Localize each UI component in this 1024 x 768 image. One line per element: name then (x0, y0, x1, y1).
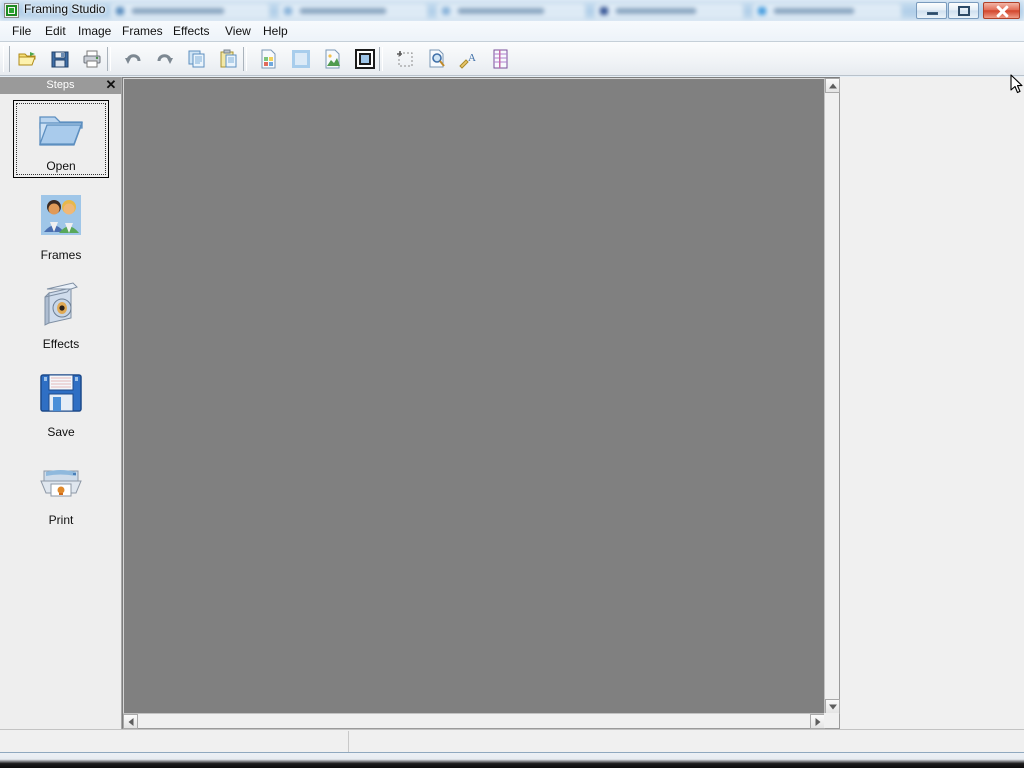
toolbar-properties-button[interactable] (487, 45, 515, 73)
step-label: Effects (42, 337, 80, 351)
toolbar-crop-button[interactable] (391, 45, 419, 73)
toolbar-save-button[interactable] (46, 45, 74, 73)
document-area (122, 77, 840, 729)
printer-icon (83, 50, 101, 68)
step-item-open[interactable]: Open (13, 100, 109, 178)
scrollbar-corner (824, 713, 839, 728)
step-label: Print (48, 513, 74, 527)
menu-edit[interactable]: Edit (39, 21, 72, 41)
toolbar-undo-button[interactable] (119, 45, 147, 73)
scroll-down-arrow-button[interactable] (825, 699, 840, 714)
close-button[interactable] (983, 2, 1020, 19)
redo-arrow-icon (157, 54, 173, 64)
menu-image[interactable]: Image (72, 21, 117, 41)
image-canvas[interactable] (124, 79, 824, 713)
mouse-cursor (1010, 74, 1024, 96)
border-box-icon (355, 49, 375, 69)
properties-icon (493, 49, 508, 69)
horizontal-scrollbar[interactable] (123, 713, 825, 729)
scroll-left-arrow-button[interactable] (123, 714, 138, 729)
open-folder-icon (18, 52, 36, 66)
title-bar: Framing Studio (0, 0, 1024, 21)
toolbar-zoom-button[interactable] (423, 45, 451, 73)
paste-icon (220, 49, 237, 68)
scroll-right-arrow-button[interactable] (810, 714, 825, 729)
steps-panel-header: Steps ✕ (0, 77, 121, 94)
toolbar-separator (379, 47, 383, 71)
taskbar-top-border (0, 752, 1024, 753)
copy-icon (188, 50, 205, 68)
printer-icon (37, 457, 85, 505)
toolbar-print-button[interactable] (78, 45, 106, 73)
status-right (349, 732, 1024, 751)
maximize-button[interactable] (948, 2, 979, 19)
steps-panel: Steps ✕ Open Frames Effects Save Print (0, 77, 122, 729)
window-title: Framing Studio (24, 2, 106, 16)
open-folder-icon (37, 105, 85, 153)
step-item-print[interactable]: Print (13, 453, 109, 531)
toolbar-border-button[interactable] (351, 45, 379, 73)
photo-icon (325, 49, 340, 69)
svg-text:A: A (468, 52, 476, 64)
step-label: Open (46, 159, 76, 173)
toolbar-separator (107, 47, 111, 71)
toolbar-new-image-button[interactable] (255, 45, 283, 73)
magnifier-icon (429, 49, 445, 68)
minimize-button[interactable] (916, 2, 947, 19)
step-item-save[interactable]: Save (13, 365, 109, 443)
step-item-frames[interactable]: Frames (13, 188, 109, 266)
toolbar: A (0, 42, 1024, 76)
steps-panel-title: Steps (46, 79, 75, 91)
menu-file[interactable]: File (6, 21, 37, 41)
text-pencil-icon: A (459, 52, 476, 69)
blue-square-icon (292, 50, 310, 68)
crop-icon (397, 51, 413, 67)
status-bar (0, 729, 1024, 752)
toolbar-grip[interactable] (3, 46, 10, 72)
menu-help[interactable]: Help (257, 21, 294, 41)
menu-view[interactable]: View (219, 21, 257, 41)
toolbar-separator (243, 47, 247, 71)
menu-effects[interactable]: Effects (167, 21, 215, 41)
toolbar-redo-button[interactable] (151, 45, 179, 73)
scroll-up-arrow-button[interactable] (825, 78, 840, 93)
menu-bar: File Edit Image Frames Effects View Help (0, 21, 1024, 42)
two-people-icon (37, 192, 85, 240)
toolbar-text-button[interactable]: A (455, 45, 483, 73)
toolbar-photo-button[interactable] (319, 45, 347, 73)
toolbar-copy-button[interactable] (183, 45, 211, 73)
taskbar[interactable] (0, 752, 1024, 768)
status-left (0, 732, 353, 751)
toolbar-frame-button[interactable] (287, 45, 315, 73)
step-label: Frames (40, 248, 82, 262)
effects-box-icon (37, 281, 85, 329)
undo-arrow-icon (125, 54, 141, 64)
floppy-disk-icon (37, 369, 85, 417)
toolbar-paste-button[interactable] (215, 45, 243, 73)
menu-frames[interactable]: Frames (116, 21, 169, 41)
step-label: Save (47, 425, 75, 439)
floppy-disk-icon (51, 51, 69, 68)
screen: Framing Studio File Edit Image Frames Ef… (0, 0, 1024, 768)
vertical-scrollbar[interactable] (824, 78, 840, 714)
application-window: Framing Studio File Edit Image Frames Ef… (0, 0, 1024, 752)
image-page-icon (261, 49, 276, 69)
steps-panel-close-icon[interactable]: ✕ (104, 78, 118, 93)
toolbar-open-button[interactable] (14, 45, 42, 73)
step-item-effects[interactable]: Effects (13, 277, 109, 355)
app-logo-icon (4, 3, 19, 18)
right-client-area (840, 77, 1024, 729)
